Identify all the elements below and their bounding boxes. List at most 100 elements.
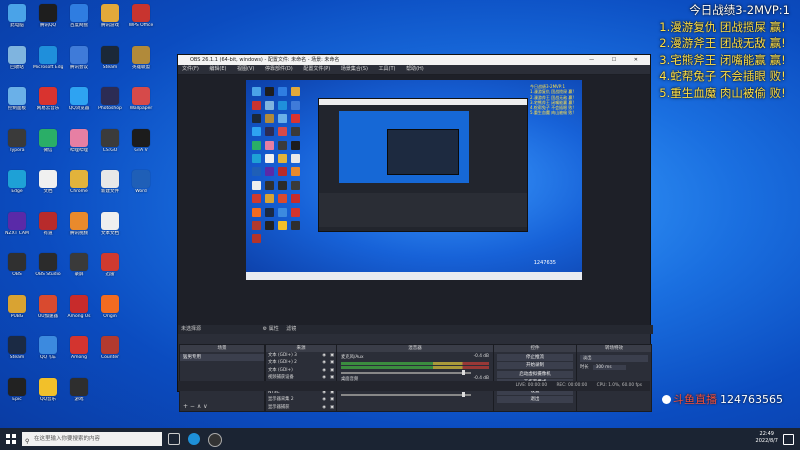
stop-streaming-button[interactable]: 停止推流 — [497, 353, 573, 361]
exit-button[interactable]: 退出 — [497, 396, 573, 403]
filters-button[interactable]: 滤镜 — [286, 326, 296, 332]
taskbar: ⚲ 在这里输入你要搜索的内容 22:49 2022/8/7 — [0, 428, 800, 450]
desktop-icon[interactable]: Microsoft Edge — [33, 45, 63, 70]
desktop-icon[interactable]: Photoshop — [95, 87, 125, 111]
system-clock[interactable]: 22:49 2022/8/7 — [756, 431, 778, 445]
obs-titlebar[interactable]: OBS 26.1.1 (64-bit, windows) - 配置文件: 未命名… — [178, 55, 650, 65]
desktop-icon-label: OBS Studio — [35, 272, 61, 277]
desktop-icon[interactable]: Edge — [2, 170, 32, 194]
desktop-icon[interactable]: 腾讯视频 — [64, 211, 94, 236]
menu-profile[interactable]: 配置文件(P) — [303, 66, 330, 72]
desktop-icon[interactable]: Chrome — [64, 170, 94, 194]
desktop-icon[interactable]: 迅雷 — [95, 253, 125, 277]
desktop-icon[interactable]: QQ音乐 — [33, 377, 63, 402]
stream-score-overlay: 今日战绩3-2MVP:1 1.漫游复仇 团战揽屎 赢! 2.漫游斧王 团战无敌 … — [659, 2, 790, 101]
desktop-icon[interactable]: 英雄联盟 — [126, 45, 156, 70]
eye-icon[interactable]: ◉ — [322, 352, 326, 359]
desktop-icon[interactable]: Word — [126, 170, 156, 194]
menu-edit[interactable]: 编辑(E) — [209, 66, 226, 72]
source-item[interactable]: 文本 (GDI+) 2 ◉ ▣ — [266, 359, 336, 366]
desktop-icon[interactable]: 文本文档 — [95, 211, 125, 236]
duration-input[interactable]: 300 ms — [592, 365, 626, 370]
menu-file[interactable]: 文件(F) — [182, 66, 199, 72]
desktop-icon[interactable]: QQ浏览器 — [64, 87, 94, 111]
desktop-icon[interactable]: Steam — [95, 45, 125, 70]
desktop-icon[interactable]: 文档 — [33, 170, 63, 194]
properties-button[interactable]: 属性 — [269, 326, 279, 332]
desktop-icon[interactable]: Epic — [2, 377, 32, 402]
preview-icon — [291, 154, 300, 164]
windows-start-icon[interactable] — [6, 434, 16, 444]
desktop-icon[interactable]: PUBG — [2, 294, 32, 319]
douyu-logo-icon — [662, 395, 671, 404]
source-item[interactable]: 显示器捕获 ◉ ▣ — [266, 404, 336, 411]
source-item[interactable]: 文本 (GDI+) ◉ ▣ — [266, 367, 336, 374]
desktop-icon[interactable]: Among — [64, 336, 94, 360]
mixer-channel[interactable]: 麦克风/Aux -0.4 dB — [341, 354, 489, 375]
lock-icon[interactable]: ▣ — [330, 367, 334, 374]
desktop-icon-label: QQ飞车 — [39, 355, 57, 360]
desktop-icon[interactable]: OBS — [2, 253, 32, 277]
source-item[interactable]: 显示器采集 2 ◉ ▣ — [266, 396, 336, 403]
menu-view[interactable]: 视图(V) — [237, 66, 254, 72]
menu-docks[interactable]: 停靠部件(D) — [265, 66, 293, 72]
clock-time: 22:49 — [759, 431, 774, 437]
scene-item[interactable]: 猛男专用 — [180, 354, 264, 361]
desktop-icon[interactable]: Wallpaper — [126, 87, 156, 111]
desktop-icon[interactable]: UU加速器 — [33, 294, 63, 319]
desktop-icon[interactable]: Typora — [2, 128, 32, 153]
desktop-icon[interactable]: 回收站 — [2, 45, 32, 70]
desktop-icon[interactable]: OBS Studio — [33, 253, 63, 277]
desktop-icon[interactable]: 哔哩哔哩 — [64, 128, 94, 153]
desktop-icon[interactable]: WPS Office — [126, 4, 156, 28]
gear-icon[interactable]: ⚙ — [263, 326, 267, 332]
volume-slider[interactable] — [341, 370, 472, 375]
desktop-icon[interactable]: 微信 — [33, 128, 63, 153]
eye-icon[interactable]: ◉ — [322, 359, 326, 366]
eye-icon[interactable]: ◉ — [322, 367, 326, 374]
transition-select[interactable]: 淡出 — [580, 355, 648, 362]
scenes-toolbar[interactable]: + − ∧ ∨ — [180, 403, 264, 411]
desktop-icon[interactable]: 游戏 — [64, 377, 94, 402]
preview-icon — [291, 167, 300, 177]
desktop-icon[interactable]: NZXT CAM — [2, 211, 32, 236]
window-controls[interactable]: — ☐ ✕ — [589, 55, 646, 65]
start-recording-button[interactable]: 开始录制 — [497, 362, 573, 369]
source-item[interactable]: 文本 (GDI+) 3 ◉ ▣ — [266, 352, 336, 359]
notification-icon[interactable] — [783, 434, 794, 445]
desktop-icon[interactable]: 腾讯游戏 — [95, 4, 125, 28]
volume-slider[interactable] — [341, 392, 472, 397]
desktop-icon[interactable]: 网易云音乐 — [33, 87, 63, 111]
desktop-icon[interactable]: 录屏 — [64, 253, 94, 277]
desktop-icon[interactable]: Among Us — [64, 294, 94, 319]
edge-icon[interactable] — [188, 433, 200, 445]
desktop-icon[interactable]: GTA V — [126, 128, 156, 153]
obs-taskbar-icon[interactable] — [208, 433, 222, 447]
desktop-icon[interactable]: 有道 — [33, 211, 63, 236]
desktop-icon[interactable]: CS:GO — [95, 128, 125, 153]
virtual-camera-button[interactable]: 启动虚拟摄像机 — [497, 370, 573, 378]
desktop-icon[interactable]: 腾讯会议 — [64, 45, 94, 70]
eye-icon[interactable]: ◉ — [322, 396, 326, 403]
obs-preview[interactable]: 今日战绩3-2MVP:1 1.漫游复仇 团战揽屎 赢! 2.漫游斧王 团战无敌 … — [178, 75, 650, 325]
menu-scene-collection[interactable]: 场景集合(S) — [341, 66, 368, 72]
lock-icon[interactable]: ▣ — [330, 352, 334, 359]
eye-icon[interactable]: ◉ — [322, 404, 326, 411]
lock-icon[interactable]: ▣ — [330, 359, 334, 366]
desktop-icon[interactable]: 此电脑 — [2, 4, 32, 28]
desktop-icon[interactable]: Counter — [95, 336, 125, 360]
desktop-icon[interactable]: 腾讯QQ — [33, 4, 63, 28]
desktop-icon[interactable]: Origin — [95, 294, 125, 319]
obs-window[interactable]: OBS 26.1.1 (64-bit, windows) - 配置文件: 未命名… — [177, 54, 653, 412]
lock-icon[interactable]: ▣ — [330, 396, 334, 403]
desktop-icon[interactable]: QQ飞车 — [33, 336, 63, 360]
menu-help[interactable]: 帮助(H) — [406, 66, 424, 72]
menu-tools[interactable]: 工具(T) — [379, 66, 396, 72]
taskbar-search-input[interactable]: ⚲ 在这里输入你要搜索的内容 — [22, 432, 162, 446]
lock-icon[interactable]: ▣ — [330, 404, 334, 411]
desktop-icon[interactable]: 百度网盘 — [64, 4, 94, 28]
desktop-icon[interactable]: Steam — [2, 336, 32, 360]
desktop-icon[interactable]: 控制面板 — [2, 87, 32, 111]
task-view-icon[interactable] — [168, 433, 180, 445]
desktop-icon[interactable]: 新建文件 — [95, 170, 125, 194]
